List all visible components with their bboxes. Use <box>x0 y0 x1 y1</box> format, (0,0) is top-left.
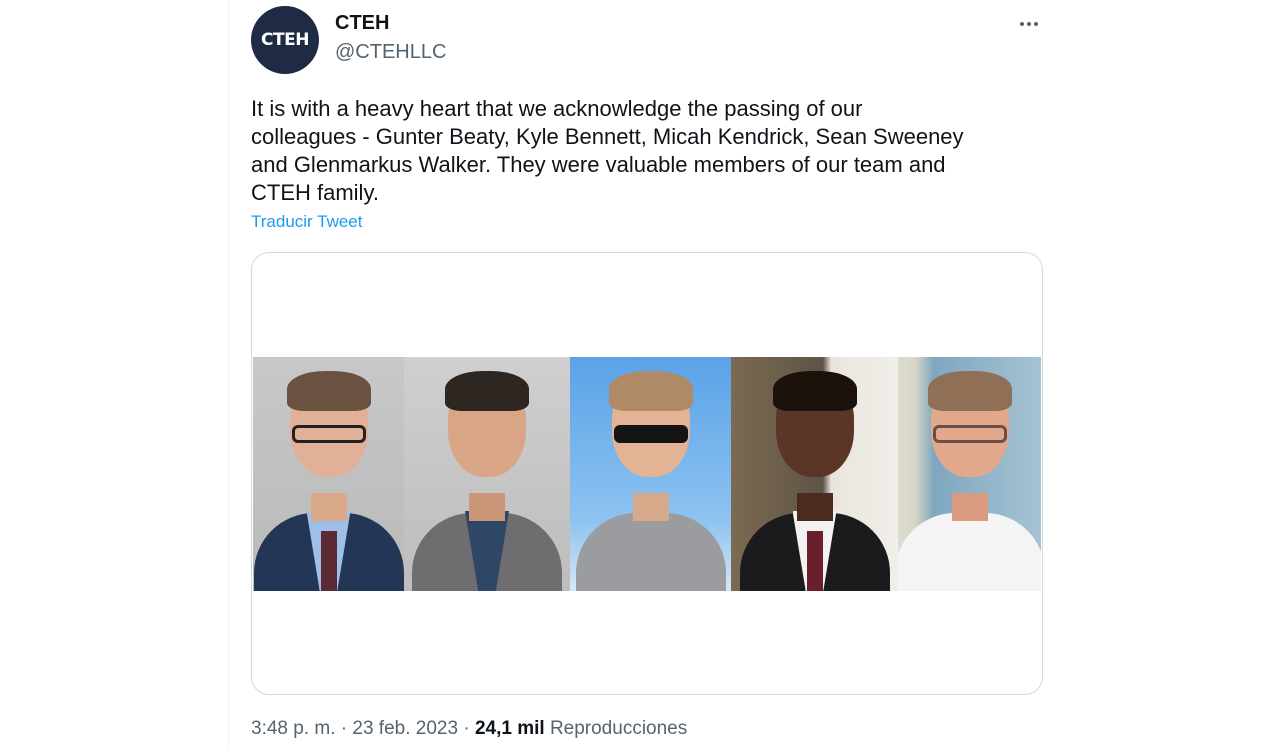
portrait-photo-2 <box>404 357 570 591</box>
tweet-media[interactable] <box>251 252 1043 695</box>
meta-separator: · <box>340 718 348 739</box>
views-count: 24,1 mil <box>474 718 545 739</box>
timeline-divider <box>228 0 229 750</box>
portrait-photo-5 <box>898 357 1041 591</box>
portrait-photo-3 <box>570 357 731 591</box>
more-options-icon[interactable] <box>1015 10 1043 38</box>
photo-collage <box>253 357 1041 591</box>
portrait-photo-4 <box>731 357 898 591</box>
tweet-time[interactable]: 3:48 p. m. <box>251 718 336 739</box>
tweet-text: It is with a heavy heart that we acknowl… <box>251 96 964 205</box>
author-handle[interactable]: @CTEHLLC <box>335 41 446 64</box>
tweet: CTEH CTEH @CTEHLLC It is with a heavy he… <box>251 0 1043 750</box>
translate-tweet-link[interactable]: Traducir Tweet <box>251 212 363 232</box>
avatar[interactable]: CTEH <box>251 6 319 74</box>
meta-separator: · <box>463 718 470 739</box>
portrait-photo-1 <box>253 357 404 591</box>
avatar-logo-text: CTEH <box>261 30 309 50</box>
author-name[interactable]: CTEH <box>335 12 389 35</box>
tweet-metadata: 3:48 p. m. · 23 feb. 2023 · 24,1 mil Rep… <box>251 718 687 740</box>
tweet-date[interactable]: 23 feb. 2023 <box>352 718 458 739</box>
views-label: Reproducciones <box>549 718 688 739</box>
